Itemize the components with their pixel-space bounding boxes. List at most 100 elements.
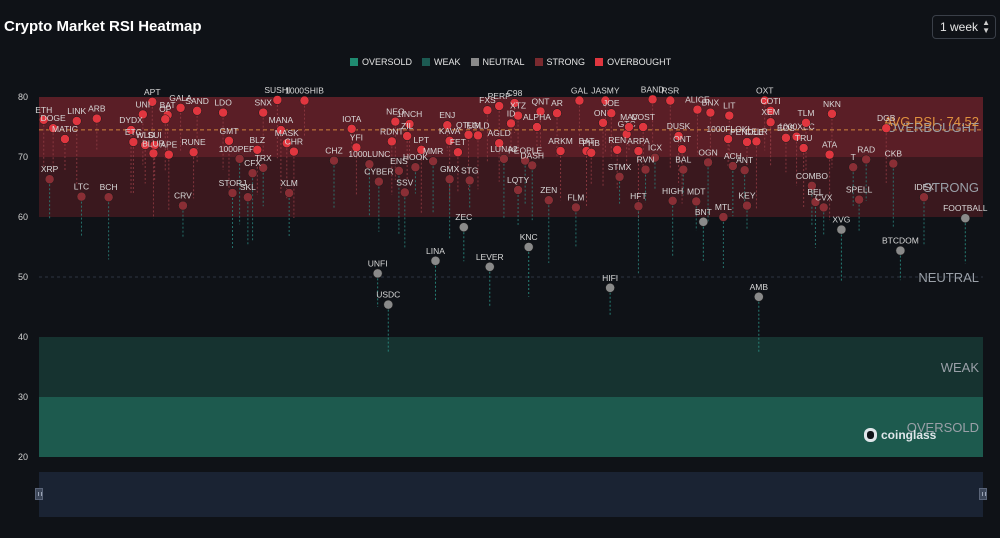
data-point[interactable] <box>178 201 187 210</box>
data-point[interactable] <box>431 256 440 265</box>
data-point[interactable] <box>243 193 252 202</box>
data-point[interactable] <box>699 217 708 226</box>
data-point[interactable] <box>607 109 616 118</box>
data-point[interactable] <box>149 149 158 158</box>
data-point[interactable] <box>692 197 701 206</box>
data-point[interactable] <box>176 103 185 112</box>
data-point[interactable] <box>445 175 454 184</box>
data-point[interactable] <box>704 158 713 167</box>
data-point[interactable] <box>819 203 828 212</box>
data-point[interactable] <box>668 196 677 205</box>
data-point[interactable] <box>483 106 492 115</box>
navigator-right-handle[interactable] <box>979 488 987 500</box>
data-point[interactable] <box>544 196 553 205</box>
data-point[interactable] <box>679 165 688 174</box>
data-point[interactable] <box>373 269 382 278</box>
data-point[interactable] <box>77 192 86 201</box>
data-point[interactable] <box>889 159 898 168</box>
data-point[interactable] <box>641 165 650 174</box>
data-point[interactable] <box>855 195 864 204</box>
data-point[interactable] <box>104 193 113 202</box>
data-point[interactable] <box>394 166 403 175</box>
data-point[interactable] <box>639 123 648 132</box>
data-point[interactable] <box>289 147 298 156</box>
data-point[interactable] <box>896 246 905 255</box>
data-point[interactable] <box>164 150 173 159</box>
data-point[interactable] <box>781 133 790 142</box>
data-point[interactable] <box>248 169 257 178</box>
data-point[interactable] <box>528 161 537 170</box>
data-point[interactable] <box>285 189 294 198</box>
data-point[interactable] <box>599 118 608 127</box>
data-point[interactable] <box>45 175 54 184</box>
data-point[interactable] <box>743 201 752 210</box>
data-point[interactable] <box>740 166 749 175</box>
data-point[interactable] <box>60 135 69 144</box>
data-point[interactable] <box>524 243 533 252</box>
data-point[interactable] <box>161 115 170 124</box>
data-point[interactable] <box>400 188 409 197</box>
point-label: RAD <box>857 144 875 154</box>
data-point[interactable] <box>92 114 101 123</box>
data-point[interactable] <box>678 145 687 154</box>
data-point[interactable] <box>219 108 228 117</box>
navigator-left-handle[interactable] <box>35 488 43 500</box>
data-point[interactable] <box>235 154 244 163</box>
data-point[interactable] <box>725 111 734 120</box>
data-point[interactable] <box>961 214 970 223</box>
data-point[interactable] <box>634 202 643 211</box>
data-point[interactable] <box>615 172 624 181</box>
data-point[interactable] <box>300 96 309 105</box>
data-point[interactable] <box>384 300 393 309</box>
data-point[interactable] <box>459 223 468 232</box>
data-point[interactable] <box>193 106 202 115</box>
data-point[interactable] <box>575 96 584 105</box>
data-point[interactable] <box>613 145 622 154</box>
data-point[interactable] <box>743 138 752 147</box>
data-point[interactable] <box>485 262 494 271</box>
data-point[interactable] <box>514 186 523 195</box>
range-navigator[interactable] <box>39 472 983 517</box>
data-point[interactable] <box>495 102 504 111</box>
data-point[interactable] <box>693 105 702 114</box>
data-point[interactable] <box>827 109 836 118</box>
data-point[interactable] <box>587 148 596 157</box>
data-point[interactable] <box>387 137 396 146</box>
data-point[interactable] <box>648 95 657 104</box>
data-point[interactable] <box>499 154 508 163</box>
data-point[interactable] <box>189 148 198 157</box>
data-point[interactable] <box>553 109 562 118</box>
data-point[interactable] <box>374 177 383 186</box>
data-point[interactable] <box>330 156 339 165</box>
data-point[interactable] <box>571 203 580 212</box>
data-point[interactable] <box>802 118 811 127</box>
data-point[interactable] <box>752 137 761 146</box>
data-point[interactable] <box>273 96 282 105</box>
data-point[interactable] <box>920 193 929 202</box>
data-point[interactable] <box>473 131 482 140</box>
data-point[interactable] <box>228 189 237 198</box>
point-label: CVX <box>815 192 833 202</box>
data-point[interactable] <box>666 96 675 105</box>
data-point[interactable] <box>606 283 615 292</box>
data-point[interactable] <box>403 132 412 141</box>
data-point[interactable] <box>556 147 565 156</box>
data-point[interactable] <box>259 108 268 117</box>
data-point[interactable] <box>429 157 438 166</box>
data-point[interactable] <box>625 123 634 132</box>
data-point[interactable] <box>706 108 715 117</box>
data-point[interactable] <box>465 176 474 185</box>
data-point[interactable] <box>849 163 858 172</box>
data-point[interactable] <box>862 155 871 164</box>
data-point[interactable] <box>837 225 846 234</box>
data-point[interactable] <box>411 163 420 172</box>
data-point[interactable] <box>766 118 775 127</box>
data-point[interactable] <box>507 119 516 128</box>
data-point[interactable] <box>799 144 808 153</box>
data-point[interactable] <box>754 292 763 301</box>
data-point[interactable] <box>825 150 834 159</box>
data-point[interactable] <box>532 123 541 132</box>
data-point[interactable] <box>882 124 891 133</box>
data-point[interactable] <box>453 148 462 157</box>
data-point[interactable] <box>719 213 728 222</box>
